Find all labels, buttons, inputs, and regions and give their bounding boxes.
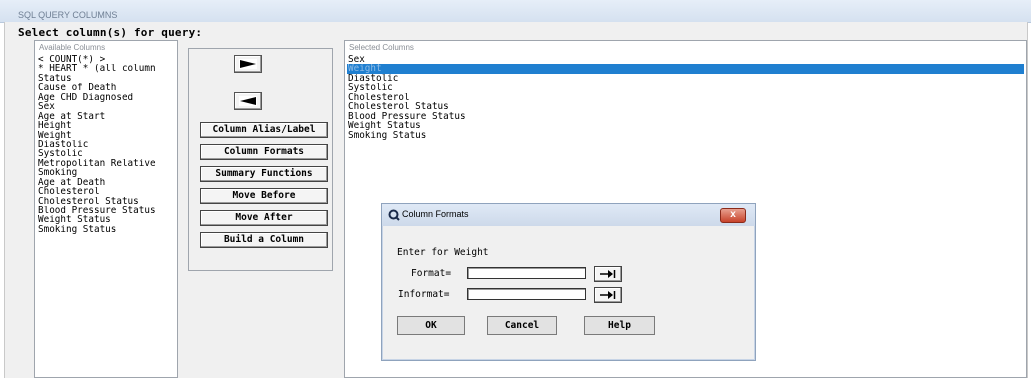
close-button[interactable]: x [720,208,746,223]
list-item[interactable]: Age at Start [37,112,175,121]
dialog-heading: Enter for Weight [397,247,489,258]
list-item[interactable]: Weight [347,64,1024,74]
column-alias-button[interactable]: Column Alias/Label [200,122,328,138]
selected-columns-list[interactable]: Sex Weight Diastolic Systolic Cholesterol Cho… [347,55,1024,140]
column-buttons-panel: Column Alias/Label Column Formats Summar… [188,48,333,271]
list-item[interactable]: Weight Status [347,121,1024,130]
close-icon: x [730,209,736,220]
move-before-button[interactable]: Move Before [200,188,328,204]
list-item[interactable]: Cholesterol Status [347,102,1024,111]
list-item[interactable]: Age at Death [37,178,175,187]
list-item[interactable]: Blood Pressure Status [347,112,1024,121]
format-label: Format= [411,268,452,279]
query-icon [388,209,400,221]
list-item[interactable]: Status [37,74,175,83]
available-columns-panel: Available Columns < COUNT(*) > * HEART * … [34,40,178,378]
available-columns-label: Available Columns [39,43,106,52]
window-title: SQL QUERY COLUMNS [18,10,118,20]
dialog-title: Column Formats [402,209,469,219]
list-item[interactable]: Cholesterol Status [37,197,175,206]
remove-column-button[interactable] [234,92,262,110]
list-item[interactable]: Cause of Death [37,83,175,92]
informat-label: Informat= [398,289,450,300]
list-item[interactable]: * HEART * (all column [37,64,175,73]
available-columns-list[interactable]: < COUNT(*) > * HEART * (all column Status C… [37,55,175,234]
left-arrow-icon [239,96,257,106]
list-item[interactable]: < COUNT(*) > [37,55,175,64]
arrow-to-bar-icon [600,291,616,299]
move-after-button[interactable]: Move After [200,210,328,226]
column-formats-dialog: Column Formats x Enter for Weight Format… [381,203,756,361]
list-item[interactable]: Blood Pressure Status [37,206,175,215]
list-item[interactable]: Cholesterol [347,93,1024,102]
arrow-to-bar-icon [600,270,616,278]
ok-button[interactable]: OK [397,316,465,335]
dialog-body: Enter for Weight Format= Informat= OK Ca… [383,226,754,359]
add-column-button[interactable] [234,55,262,73]
list-item[interactable]: Smoking Status [347,131,1024,140]
column-formats-button[interactable]: Column Formats [200,144,328,160]
informat-select-button[interactable] [594,287,622,303]
list-item[interactable]: Height [37,121,175,130]
list-item[interactable]: Sex [37,102,175,111]
prompt-text: Select column(s) for query: [18,26,203,39]
list-item[interactable]: Weight [37,131,175,140]
list-item[interactable]: Smoking Status [37,225,175,234]
window-titlebar: SQL QUERY COLUMNS [0,0,1031,23]
dialog-titlebar: Column Formats x [382,204,755,226]
summary-functions-button[interactable]: Summary Functions [200,166,328,182]
informat-field[interactable] [467,288,586,300]
list-item[interactable]: Cholesterol [37,187,175,196]
format-select-button[interactable] [594,266,622,282]
list-item[interactable]: Sex [347,55,1024,64]
list-item[interactable]: Weight Status [37,215,175,224]
list-item[interactable]: Age CHD Diagnosed [37,93,175,102]
selected-columns-label: Selected Columns [349,43,414,52]
list-item[interactable]: Diastolic [37,140,175,149]
list-item[interactable]: Smoking [37,168,175,177]
list-item[interactable]: Metropolitan Relative [37,159,175,168]
cancel-button[interactable]: Cancel [487,316,557,335]
build-column-button[interactable]: Build a Column [200,232,328,248]
list-item[interactable]: Systolic [347,83,1024,92]
help-button[interactable]: Help [584,316,655,335]
list-item[interactable]: Systolic [37,149,175,158]
right-arrow-icon [239,59,257,69]
format-field[interactable] [467,267,586,279]
list-item[interactable]: Diastolic [347,74,1024,83]
